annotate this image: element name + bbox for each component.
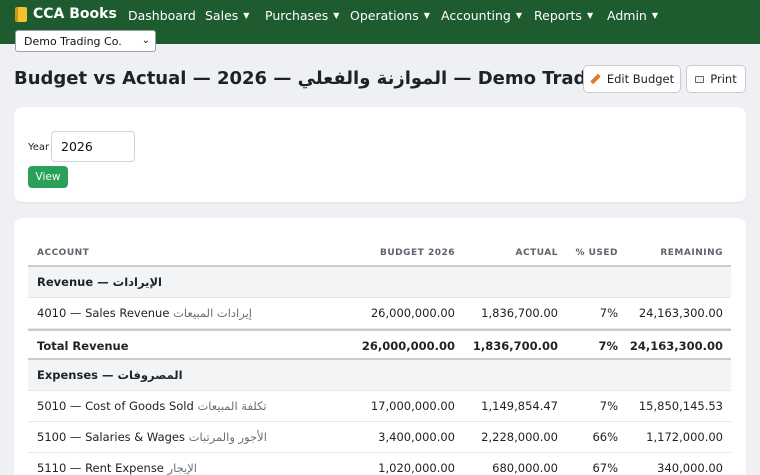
account-cell: 5010 — Cost of Goods Sold تكلفة المبيعات [37,391,267,422]
used-cell: 7% [599,306,618,320]
budget-cell: 17,000,000.00 [370,399,455,413]
total-revenue-row: Total Revenue 26,000,000.00 1,836,700.00… [28,329,731,360]
table-row: 4010 — Sales Revenue إيرادات المبيعات 26… [28,298,731,329]
nav-accounting[interactable]: Accounting ▼ [441,8,522,23]
header-remaining: REMAINING [660,248,723,258]
budget-table: ACCOUNT BUDGET 2026 ACTUAL % USED REMAIN… [28,237,731,475]
account-name: 5010 — Cost of Goods Sold [37,399,194,413]
section-row-expenses: Expenses — المصروفات [28,360,731,391]
printer-icon [695,75,705,83]
used-cell: 7% [598,339,618,353]
nav-sales-label: Sales [205,8,239,23]
brand-name: CCA Books [33,6,117,22]
actual-cell: 680,000.00 [492,461,558,475]
book-icon [15,6,27,22]
actual-cell: 1,836,700.00 [472,339,558,353]
section-label: Expenses — المصروفات [37,368,183,382]
print-label: Print [710,72,737,86]
used-cell: 66% [592,430,618,444]
used-cell: 67% [592,461,618,475]
nav-operations-label: Operations [350,8,419,23]
caret-down-icon: ▼ [423,11,430,20]
table-row: 5110 — Rent Expense الإيجار 1,020,000.00… [28,453,731,475]
account-cell: 4010 — Sales Revenue إيرادات المبيعات [37,298,252,329]
nav-purchases-label: Purchases [265,8,329,23]
edit-budget-label: Edit Budget [606,72,675,86]
nav-dashboard[interactable]: Dashboard [128,8,196,23]
remaining-cell: 340,000.00 [657,461,723,475]
year-input[interactable]: 2026 [51,131,135,162]
remaining-cell: 15,850,145.53 [638,399,723,413]
budget-cell: 3,400,000.00 [378,430,455,444]
caret-down-icon: ▼ [333,11,340,20]
year-label: Year [28,142,50,153]
actual-cell: 1,149,854.47 [481,399,558,413]
budget-cell: 26,000,000.00 [370,306,455,320]
nav-dashboard-label: Dashboard [128,8,196,23]
total-label: Total Revenue [37,339,129,353]
table-header-row: ACCOUNT BUDGET 2026 ACTUAL % USED REMAIN… [28,237,731,267]
remaining-cell: 24,163,300.00 [629,339,723,353]
account-cell: 5110 — Rent Expense الإيجار [37,453,197,475]
used-cell: 7% [599,399,618,413]
budget-cell: 26,000,000.00 [361,339,455,353]
account-name-ar: الأجور والمرتبات [188,430,267,444]
nav-admin-label: Admin [607,8,647,23]
header-account: ACCOUNT [37,248,90,258]
edit-budget-button[interactable]: Edit Budget [583,65,681,93]
budget-cell: 1,020,000.00 [378,461,455,475]
account-name: 5110 — Rent Expense [37,461,164,475]
section-row-revenue: Revenue — الإيرادات [28,267,731,298]
print-button[interactable]: Print [686,65,746,93]
account-cell: 5100 — Salaries & Wages الأجور والمرتبات [37,422,267,453]
page-title: Budget vs Actual — 2026 — الموازنة والفع… [14,68,657,89]
remaining-cell: 24,163,300.00 [638,306,723,320]
remaining-cell: 1,172,000.00 [646,430,723,444]
account-name-ar: إيرادات المبيعات [173,306,252,320]
section-label: Revenue — الإيرادات [37,275,162,289]
header-actual: ACTUAL [515,248,558,258]
caret-down-icon: ▼ [586,11,594,20]
nav-accounting-label: Accounting [441,8,511,23]
nav-sales[interactable]: Sales ▼ [205,8,249,23]
nav-reports[interactable]: Reports ▼ [534,8,593,23]
brand-link[interactable]: CCA Books [15,6,117,22]
company-select-value: Demo Trading Co. [24,35,122,48]
account-name: 4010 — Sales Revenue [37,306,170,320]
caret-down-icon: ▼ [515,11,522,20]
nav-reports-label: Reports [534,8,582,23]
actual-cell: 2,228,000.00 [481,430,558,444]
company-select[interactable]: Demo Trading Co. ⌄ [15,30,156,52]
header-budget: BUDGET 2026 [380,248,455,258]
chevron-down-icon: ⌄ [141,35,150,46]
caret-down-icon: ▼ [651,11,658,20]
account-name-ar: تكلفة المبيعات [197,399,267,413]
table-row: 5100 — Salaries & Wages الأجور والمرتبات… [28,422,731,453]
nav-operations[interactable]: Operations ▼ [350,8,430,23]
pencil-icon [590,73,601,85]
actual-cell: 1,836,700.00 [481,306,558,320]
nav-admin[interactable]: Admin ▼ [607,8,658,23]
caret-down-icon: ▼ [243,11,250,20]
nav-purchases[interactable]: Purchases ▼ [265,8,339,23]
account-name-ar: الإيجار [167,461,197,475]
view-button[interactable]: View [28,166,68,188]
header-used: % USED [575,248,618,258]
table-row: 5010 — Cost of Goods Sold تكلفة المبيعات… [28,391,731,422]
account-name: 5100 — Salaries & Wages [37,430,185,444]
